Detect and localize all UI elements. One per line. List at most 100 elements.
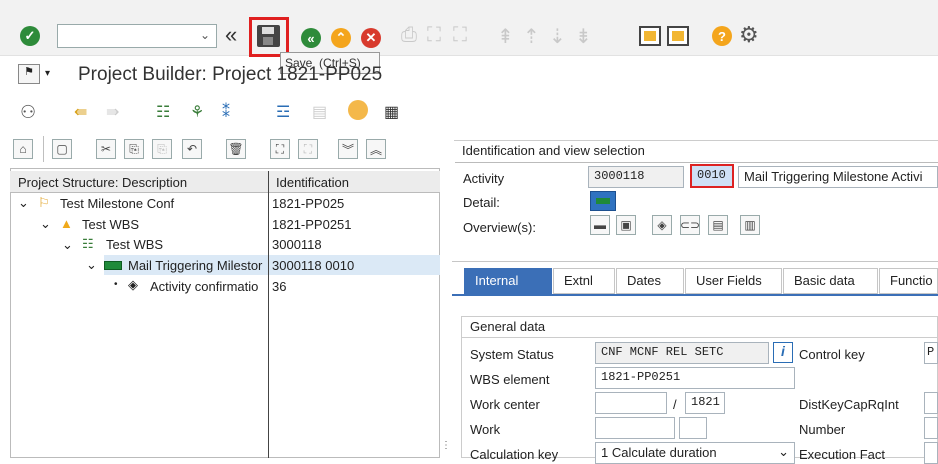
execution-factor-label: Execution Fact xyxy=(799,447,885,462)
create-icon[interactable]: ▢ xyxy=(52,139,72,159)
overview-relationship-icon[interactable]: ⊂⊃ xyxy=(680,215,700,235)
overview-list-icon[interactable]: ▥ xyxy=(740,215,760,235)
paste-icon: ⎘ xyxy=(152,139,172,159)
menu-icon[interactable]: ⚑ xyxy=(18,64,40,84)
expand-caret-icon[interactable]: ⌄ xyxy=(62,237,73,253)
tree-node-project[interactable]: Test Milestone Conf xyxy=(60,196,174,211)
shortcut-icon[interactable] xyxy=(667,26,689,46)
glasses-icon[interactable]: ⚇ xyxy=(20,102,36,123)
move-left-icon[interactable]: ⇚ xyxy=(74,102,87,122)
wbs-element-field[interactable]: 1821-PP0251 xyxy=(595,367,795,389)
splitter-handle-icon[interactable]: ⋮ xyxy=(441,440,451,451)
previous-page-icon: ⇡ xyxy=(523,26,540,48)
hierarchy-icon[interactable]: ⚘ xyxy=(190,102,204,122)
work-center-field[interactable] xyxy=(595,392,667,414)
page-title: Project Builder: Project 1821-PP025 xyxy=(78,64,383,85)
section-top-line xyxy=(454,140,938,141)
system-status-field: CNF MCNF REL SETC xyxy=(595,342,769,364)
control-key-field[interactable]: P xyxy=(924,342,938,364)
status-icon[interactable] xyxy=(348,100,368,120)
col-description-header[interactable]: Project Structure: Description xyxy=(18,175,187,190)
info-icon[interactable]: i xyxy=(773,342,793,363)
copy-icon[interactable]: ⎘ xyxy=(124,139,144,159)
tree-node-wbs-2[interactable]: Test WBS xyxy=(106,237,163,252)
undo-icon[interactable]: ↶ xyxy=(182,139,202,159)
table-icon[interactable]: ☲ xyxy=(276,102,290,122)
section-title: Identification and view selection xyxy=(462,143,645,158)
network-tree-icon: ☷ xyxy=(82,236,94,251)
collapse-all-icon[interactable]: ︽ xyxy=(366,139,386,159)
activity-icon xyxy=(104,261,122,270)
overview-component-icon[interactable]: ▣ xyxy=(616,215,636,235)
find-icon: ⛶ xyxy=(427,24,441,46)
tab-basic-data[interactable]: Basic data xyxy=(783,268,878,294)
overview-document-icon[interactable]: ▤ xyxy=(708,215,728,235)
tab-user-fields[interactable]: User Fields xyxy=(685,268,782,294)
detail-activity-button[interactable] xyxy=(590,191,616,211)
expand-caret-icon[interactable]: ⌄ xyxy=(18,195,29,211)
expand-all-icon[interactable]: ︾ xyxy=(338,139,358,159)
move-right-icon: ⇛ xyxy=(106,104,120,121)
activity-label: Activity xyxy=(463,171,505,186)
network-icon[interactable]: ⁑ xyxy=(222,102,230,122)
calculation-key-select[interactable]: 1 Calculate duration ⌄ xyxy=(595,442,795,464)
chevron-down-icon[interactable]: ⌄ xyxy=(200,28,210,42)
diamond-icon: ◈ xyxy=(128,277,138,292)
find-next-icon: ⛶ xyxy=(453,24,467,46)
help-icon[interactable]: ? xyxy=(712,26,732,46)
collapse-double-left-icon[interactable]: « xyxy=(225,22,237,48)
tree-node-activity-id: 3000118 0010 xyxy=(272,258,355,273)
activity-description-field[interactable]: Mail Triggering Milestone Activi xyxy=(738,166,938,188)
plant-field[interactable]: 1821 xyxy=(685,392,725,414)
distkey-label: DistKeyCapRqInt xyxy=(799,397,899,412)
tab-internal[interactable]: Internal xyxy=(464,268,552,294)
expand-caret-icon[interactable]: ⌄ xyxy=(40,216,51,232)
number-field[interactable] xyxy=(924,417,938,439)
milestone-icon: ⚐ xyxy=(38,195,50,210)
tab-strip-top xyxy=(452,261,938,262)
last-page-icon: ⇟ xyxy=(575,26,592,48)
save-icon[interactable] xyxy=(257,25,280,47)
wbs-element-label: WBS element xyxy=(470,372,550,387)
work-unit-field[interactable] xyxy=(679,417,707,439)
find-next-binoculars-icon: ⛶ xyxy=(298,139,318,159)
delete-icon[interactable]: 🗑 xyxy=(226,139,246,159)
grid-icon[interactable]: ▦ xyxy=(384,102,399,122)
work-center-label: Work center xyxy=(470,397,540,412)
tab-functions[interactable]: Functio xyxy=(879,268,938,294)
bullet-icon: • xyxy=(114,279,118,290)
cancel-icon[interactable]: ✕ xyxy=(361,28,381,48)
enter-check-icon[interactable]: ✓ xyxy=(20,26,40,46)
exit-icon[interactable]: ⌃ xyxy=(331,28,351,48)
distkey-field[interactable] xyxy=(924,392,938,414)
tree-node-project-id: 1821-PP025 xyxy=(272,196,345,211)
expand-caret-icon[interactable]: ⌄ xyxy=(86,257,97,273)
menu-dropdown-icon[interactable]: ▾ xyxy=(45,68,50,79)
open-folder-icon[interactable]: ⌂ xyxy=(13,139,33,159)
new-session-icon[interactable] xyxy=(639,26,661,46)
tree-node-wbs-1-id: 1821-PP0251 xyxy=(272,217,352,232)
calculation-key-label: Calculation key xyxy=(470,447,559,462)
cut-icon[interactable]: ✂ xyxy=(96,139,116,159)
wbs-structure-icon[interactable]: ☷ xyxy=(156,102,170,122)
execution-factor-field[interactable] xyxy=(924,442,938,464)
back-icon[interactable]: « xyxy=(301,28,321,48)
activity-op-field[interactable]: 0010 xyxy=(690,164,734,188)
tab-dates[interactable]: Dates xyxy=(616,268,684,294)
toolbar-separator xyxy=(43,136,44,162)
col-identification-header[interactable]: Identification xyxy=(276,175,349,190)
overview-milestone-icon[interactable]: ◈ xyxy=(652,215,672,235)
find-binoculars-icon[interactable]: ⛶ xyxy=(270,139,290,159)
tree-node-activity[interactable]: Mail Triggering Milestor xyxy=(128,258,268,273)
command-field[interactable]: ⌄ xyxy=(57,24,217,48)
activity-number-field: 3000118 xyxy=(588,166,684,188)
settings-gear-icon[interactable]: ⚙ xyxy=(739,22,759,48)
first-page-icon: ⇞ xyxy=(497,26,514,48)
overview-activity-icon[interactable]: ▬ xyxy=(590,215,610,235)
tree-node-confirmation[interactable]: Activity confirmatio xyxy=(150,279,268,294)
tree-node-wbs-1[interactable]: Test WBS xyxy=(82,217,139,232)
work-field[interactable] xyxy=(595,417,675,439)
tab-external[interactable]: Extnl xyxy=(553,268,615,294)
system-status-label: System Status xyxy=(470,347,554,362)
print-icon: ⎙ xyxy=(401,24,417,46)
